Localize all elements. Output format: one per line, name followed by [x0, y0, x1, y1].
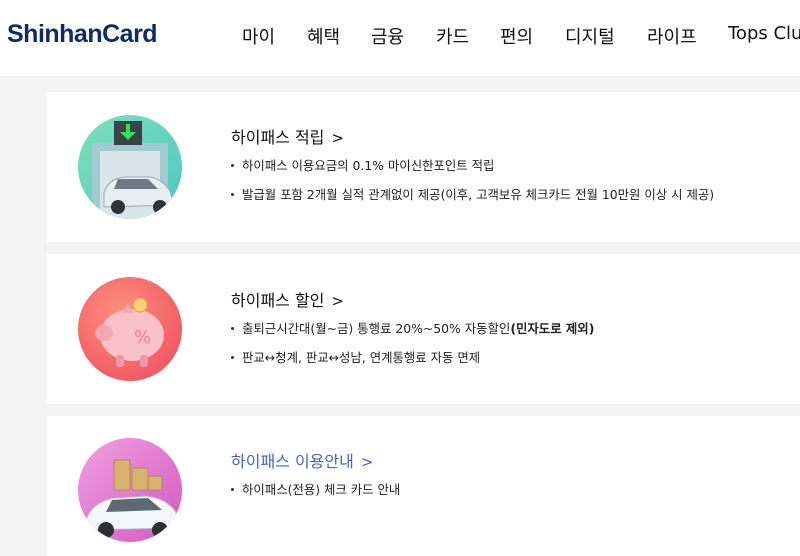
benefit-title-link[interactable]: 하이패스 할인 > [231, 287, 344, 311]
nav-item-tops-club[interactable]: Tops Club [728, 23, 800, 44]
benefit-title: 하이패스 할인 [231, 291, 325, 310]
benefit-title: 하이패스 적립 [231, 128, 325, 147]
bullet-dot-icon [231, 327, 234, 330]
benefit-bullet: 판교↔청계, 판교↔성남, 연계통행료 자동 면제 [231, 348, 480, 366]
benefit-bullet: 하이패스 이용요금의 0.1% 마이신한포인트 적립 [231, 156, 494, 174]
benefit-card-hipass-discount: % 하이패스 할인 > 출퇴근시간대(월~금) 통행료 20%~50% 자동할인(… [47, 254, 800, 404]
nav-item-life[interactable]: 라이프 [647, 23, 697, 49]
benefit-card-hipass-points: 하이패스 적립 > 하이패스 이용요금의 0.1% 마이신한포인트 적립 발급월 … [47, 92, 800, 242]
bullet-text: 하이패스(전용) 체크 카드 안내 [242, 482, 401, 497]
benefit-bullet: 출퇴근시간대(월~금) 통행료 20%~50% 자동할인(민자도로 제외) [231, 319, 594, 337]
piggy-bank-icon: % [78, 277, 182, 381]
benefit-title: 하이패스 이용안내 [231, 452, 354, 471]
benefit-bullet: 발급월 포함 2개월 실적 관계없이 제공(이후, 고객보유 체크카드 전월 1… [231, 185, 714, 203]
nav-item-finance[interactable]: 금융 [371, 23, 404, 49]
svg-text:%: % [134, 327, 151, 348]
car-coins-icon [78, 438, 182, 542]
tollgate-car-icon [78, 115, 182, 219]
nav-item-my[interactable]: 마이 [242, 23, 275, 49]
benefit-bullet: 하이패스(전용) 체크 카드 안내 [231, 480, 400, 498]
bullet-dot-icon [231, 164, 234, 167]
chevron-right-icon: > [331, 129, 344, 147]
bullet-text: 발급월 포함 2개월 실적 관계없이 제공(이후, 고객보유 체크카드 전월 1… [242, 187, 715, 202]
benefit-card-hipass-guide: 하이패스 이용안내 > 하이패스(전용) 체크 카드 안내 [47, 416, 800, 556]
bullet-text: 판교↔청계, 판교↔성남, 연계통행료 자동 면제 [242, 350, 481, 365]
nav-item-card[interactable]: 카드 [436, 23, 469, 49]
nav-item-convenience[interactable]: 편의 [500, 23, 533, 49]
nav-item-digital[interactable]: 디지털 [565, 23, 615, 49]
benefit-title-link[interactable]: 하이패스 적립 > [231, 124, 344, 148]
bullet-dot-icon [231, 488, 234, 491]
site-header: ShinhanCard 마이 혜택 금융 카드 편의 디지털 라이프 Tops … [0, 0, 800, 76]
bullet-emphasis: (민자도로 제외) [510, 321, 595, 336]
bullet-dot-icon [231, 193, 234, 196]
bullet-dot-icon [231, 356, 234, 359]
chevron-right-icon: > [331, 292, 344, 310]
nav-item-benefits[interactable]: 혜택 [307, 23, 340, 49]
chevron-right-icon: > [360, 453, 374, 471]
shinhan-card-logo[interactable]: ShinhanCard [7, 20, 158, 49]
bullet-text: 하이패스 이용요금의 0.1% 마이신한포인트 적립 [242, 158, 495, 173]
bullet-text: 출퇴근시간대(월~금) 통행료 20%~50% 자동할인 [242, 321, 511, 336]
benefit-title-link[interactable]: 하이패스 이용안내 > [231, 448, 373, 472]
